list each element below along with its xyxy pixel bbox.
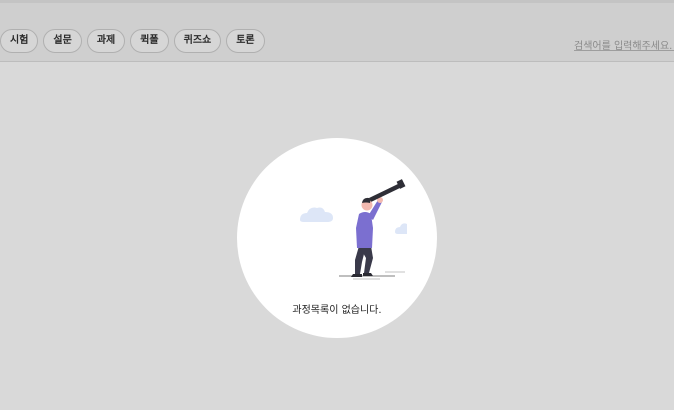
filter-chip-discussion[interactable]: 토론	[226, 29, 265, 53]
filter-chip-assignment[interactable]: 과제	[86, 29, 126, 53]
filter-chip-quickpoll[interactable]: 퀵폴	[130, 29, 169, 53]
header: 시험 설문 과제 퀵폴 퀴즈쇼 토론	[0, 3, 674, 62]
cloud-icon	[300, 207, 333, 222]
filter-chip-survey[interactable]: 설문	[43, 29, 82, 53]
empty-message: 과정목록이 없습니다.	[292, 305, 382, 316]
cloud-icon	[395, 223, 407, 234]
search-input[interactable]	[574, 38, 674, 50]
filter-chip-quizshow[interactable]: 퀴즈쇼	[173, 29, 222, 53]
person-with-telescope-icon	[300, 179, 407, 280]
filter-chip-exam[interactable]: 시험	[0, 29, 39, 53]
empty-state: 과정목록이 없습니다.	[237, 138, 437, 338]
filter-chips: 시험 설문 과제 퀵폴 퀴즈쇼 토론	[0, 29, 265, 53]
search-box	[574, 34, 674, 51]
